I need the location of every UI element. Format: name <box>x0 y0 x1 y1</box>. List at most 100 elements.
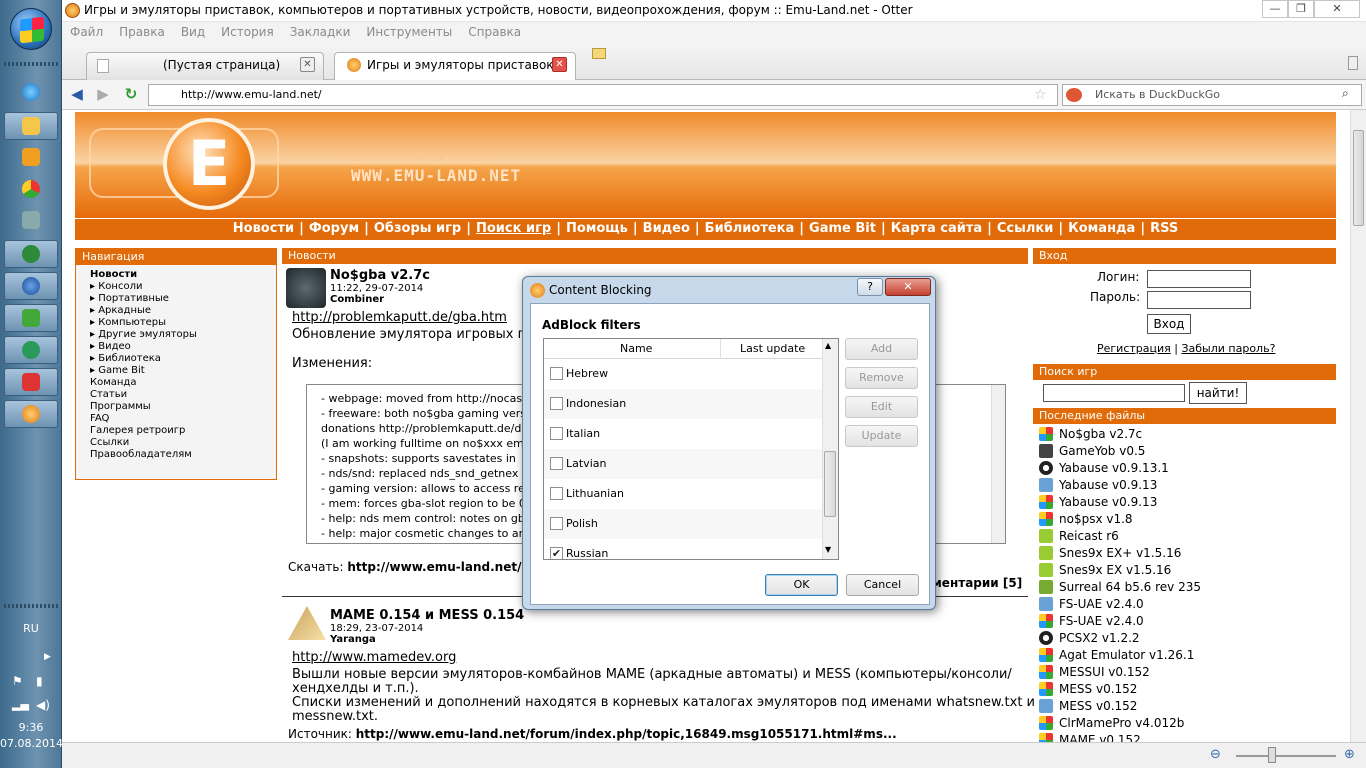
news-link[interactable]: http://problemkaputt.de/gba.htm <box>292 310 507 325</box>
filter-checkbox-checked[interactable]: ✔ <box>550 547 563 559</box>
game-search-button[interactable]: найти! <box>1189 382 1247 404</box>
column-name[interactable]: Name <box>620 339 652 359</box>
zoom-in-icon[interactable]: ⊕ <box>1344 747 1355 762</box>
source-link[interactable]: http://www.emu-land.net/forum/index.php/… <box>356 727 897 741</box>
menu-history[interactable]: История <box>213 22 282 42</box>
search-go-icon[interactable]: ⌕ <box>1342 86 1349 101</box>
changelog-scrollbar[interactable] <box>991 385 1005 543</box>
site-banner[interactable]: E RUSSIAN EMULATION SOURCE WWW.EMU-LAND.… <box>75 112 1336 218</box>
clock[interactable]: 9:36 07.08.2014 <box>0 720 63 752</box>
network-signal-icon[interactable]: ▂▄ <box>12 698 29 711</box>
file-item[interactable]: Reicast r6 <box>1039 527 1329 544</box>
remove-button[interactable]: Remove <box>845 367 918 389</box>
network-icon[interactable] <box>4 336 58 364</box>
menu-view[interactable]: Вид <box>173 22 213 42</box>
file-item[interactable]: Yabause v0.9.13 <box>1039 493 1329 510</box>
game-search-input[interactable] <box>1043 384 1185 402</box>
new-tab-icon[interactable] <box>592 48 606 59</box>
leftnav-item[interactable]: Статьи <box>84 389 276 401</box>
news-title[interactable]: MAME 0.154 и MESS 0.154 <box>330 608 524 623</box>
zoom-slider[interactable] <box>1236 755 1336 757</box>
tab-close-icon[interactable]: ✕ <box>300 57 315 72</box>
utorrent-icon[interactable] <box>4 304 58 332</box>
language-indicator[interactable]: RU <box>0 622 62 635</box>
volume-icon[interactable]: ◀) <box>36 698 50 712</box>
leftnav-item[interactable]: ▸ Библиотека <box>84 353 276 365</box>
login-input[interactable] <box>1147 270 1251 288</box>
start-button[interactable] <box>10 8 52 50</box>
update-button[interactable]: Update <box>845 425 918 447</box>
search-input[interactable]: Искать в DuckDuckGo <box>1062 84 1362 106</box>
file-item[interactable]: FS-UAE v2.4.0 <box>1039 612 1329 629</box>
media-player-icon[interactable] <box>4 143 58 171</box>
file-item[interactable]: ClrMamePro v4.012b <box>1039 714 1329 731</box>
file-item[interactable]: Snes9x EX+ v1.5.16 <box>1039 544 1329 561</box>
filter-row-latvian[interactable]: Latvian <box>544 449 822 479</box>
scroll-down-icon[interactable]: ▼ <box>825 545 831 554</box>
news-title[interactable]: No$gba v2.7c <box>330 268 430 283</box>
forgot-password-link[interactable]: Забыли пароль? <box>1181 342 1275 355</box>
filter-row-indonesian[interactable]: Indonesian <box>544 389 822 419</box>
filter-row-polish[interactable]: Polish <box>544 509 822 539</box>
filter-row-hebrew[interactable]: Hebrew <box>544 359 822 389</box>
filter-row-lithuanian[interactable]: Lithuanian <box>544 479 822 509</box>
reload-icon[interactable]: ↻ <box>122 86 140 104</box>
firefox-icon[interactable] <box>4 272 58 300</box>
file-item[interactable]: MESS v0.152 <box>1039 697 1329 714</box>
leftnav-item[interactable]: Правообладателям <box>84 449 276 461</box>
topnav-game-search[interactable]: Поиск игр <box>476 221 551 236</box>
password-input[interactable] <box>1147 291 1251 309</box>
edit-button[interactable]: Edit <box>845 396 918 418</box>
leftnav-item[interactable]: Галерея ретроигр <box>84 425 276 437</box>
topnav-video[interactable]: Видео <box>643 221 690 236</box>
file-item[interactable]: Surreal 64 b5.6 rev 235 <box>1039 578 1329 595</box>
news-author[interactable]: Yaranga <box>330 634 376 645</box>
trash-icon[interactable] <box>1348 56 1358 70</box>
filter-checkbox[interactable] <box>550 397 563 410</box>
cancel-button[interactable]: Cancel <box>846 574 919 596</box>
menu-help[interactable]: Справка <box>460 22 529 42</box>
topnav-library[interactable]: Библиотека <box>705 221 795 236</box>
url-input[interactable]: http://www.emu-land.net/ <box>148 84 1058 106</box>
file-item[interactable]: FS-UAE v2.4.0 <box>1039 595 1329 612</box>
minimize-button[interactable]: — <box>1262 0 1288 18</box>
zoom-out-icon[interactable]: ⊖ <box>1210 747 1221 762</box>
topnav-gamebit[interactable]: Game Bit <box>809 221 876 236</box>
power-icon[interactable]: ▮ <box>36 674 43 688</box>
filters-list[interactable]: Name Last update Hebrew Indonesian Itali… <box>543 338 839 560</box>
leftnav-item[interactable]: ▸ Консоли <box>84 281 276 293</box>
filter-checkbox[interactable] <box>550 457 563 470</box>
menu-tools[interactable]: Инструменты <box>358 22 460 42</box>
leftnav-item[interactable]: ▸ Game Bit <box>84 365 276 377</box>
column-last-update[interactable]: Last update <box>740 339 805 359</box>
filter-row-russian[interactable]: ✔ Russian <box>544 539 822 559</box>
duckduckgo-icon[interactable] <box>1066 88 1082 102</box>
page-scrollbar[interactable] <box>1350 110 1366 742</box>
file-item[interactable]: GameYob v0.5 <box>1039 442 1329 459</box>
menu-file[interactable]: Файл <box>62 22 111 42</box>
scrollbar-thumb[interactable] <box>824 451 836 517</box>
filters-scrollbar[interactable]: ▲ ▼ <box>822 339 838 559</box>
ok-button[interactable]: OK <box>765 574 838 596</box>
tab-close-icon[interactable]: ✕ <box>552 57 567 72</box>
topnav-forum[interactable]: Форум <box>309 221 359 236</box>
close-button[interactable]: ✕ <box>1314 0 1360 18</box>
file-item[interactable]: no$psx v1.8 <box>1039 510 1329 527</box>
file-item[interactable]: MAME v0.152 <box>1039 731 1329 742</box>
topnav-sitemap[interactable]: Карта сайта <box>891 221 982 236</box>
topnav-reviews[interactable]: Обзоры игр <box>374 221 461 236</box>
leftnav-item[interactable]: Программы <box>84 401 276 413</box>
paint-icon[interactable] <box>4 206 58 234</box>
topnav-news[interactable]: Новости <box>233 221 294 236</box>
news-link[interactable]: http://www.mamedev.org <box>292 650 456 665</box>
leftnav-item[interactable]: ▸ Портативные <box>84 293 276 305</box>
scrollbar-thumb[interactable] <box>1353 130 1364 226</box>
file-item[interactable]: PCSX2 v1.2.2 <box>1039 629 1329 646</box>
file-item[interactable]: Yabause v0.9.13 <box>1039 476 1329 493</box>
file-item[interactable]: MESSUI v0.152 <box>1039 663 1329 680</box>
register-link[interactable]: Регистрация <box>1097 342 1171 355</box>
file-item[interactable]: No$gba v2.7c <box>1039 425 1329 442</box>
menu-bookmarks[interactable]: Закладки <box>282 22 359 42</box>
menu-edit[interactable]: Правка <box>111 22 173 42</box>
file-item[interactable]: Snes9x EX v1.5.16 <box>1039 561 1329 578</box>
